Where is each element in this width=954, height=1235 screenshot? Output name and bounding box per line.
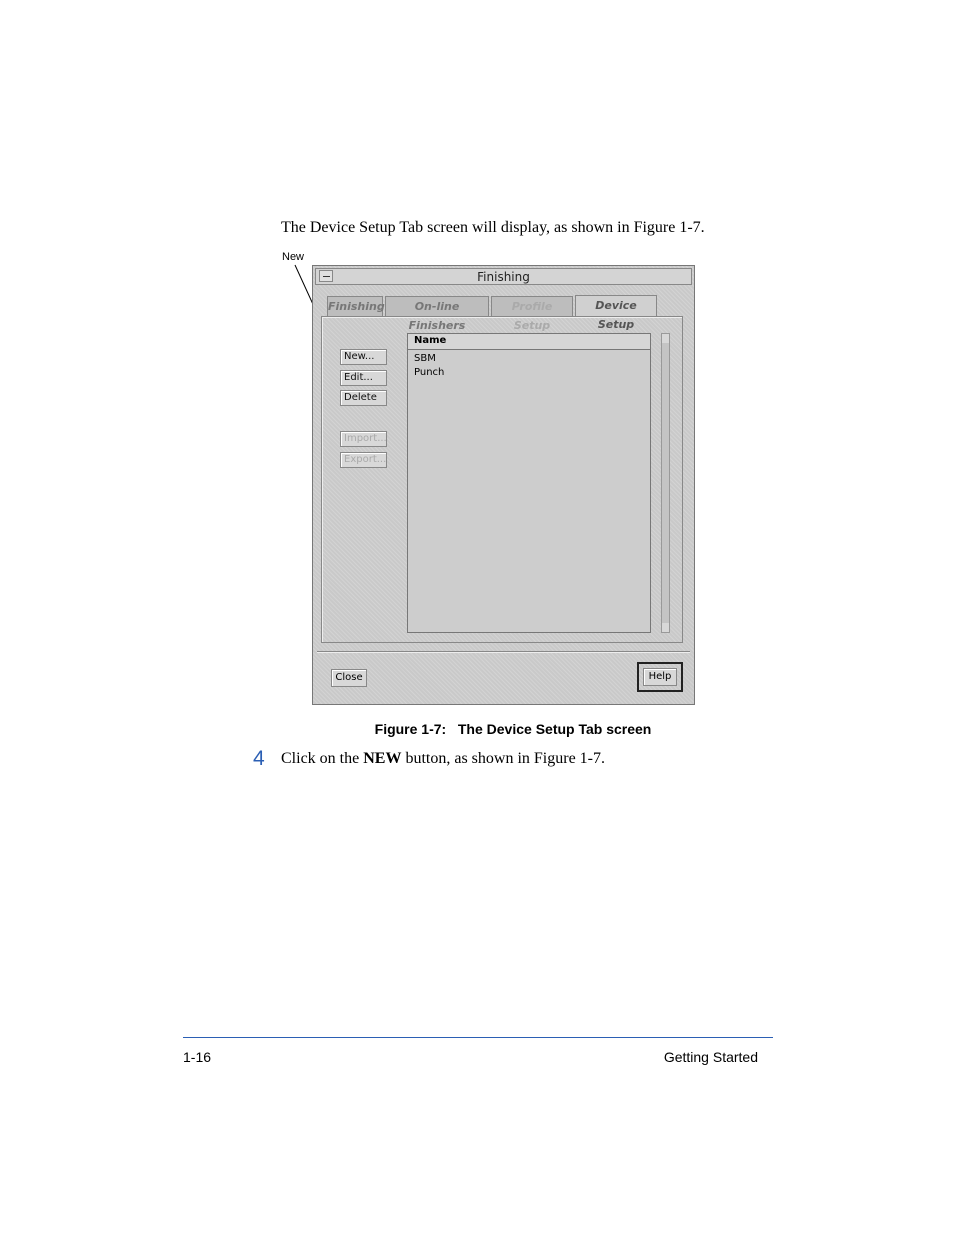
scroll-up-icon[interactable] (662, 334, 669, 343)
list-scrollbar[interactable] (661, 333, 670, 633)
list-item[interactable]: Punch (414, 367, 444, 378)
export-button: Export... (340, 452, 387, 468)
edit-button[interactable]: Edit... (340, 370, 387, 386)
intro-paragraph: The Device Setup Tab screen will display… (281, 219, 705, 236)
step-number: 4 (253, 747, 265, 770)
tab-finishing[interactable]: Finishing (327, 296, 385, 316)
footer-rule (183, 1037, 773, 1038)
delete-button[interactable]: Delete (340, 390, 387, 406)
callout-label-new: New (282, 251, 305, 263)
device-list[interactable]: Name SBM Punch (407, 333, 651, 633)
step-text-before: Click on the (281, 750, 364, 767)
finishing-window: Finishing Finishing On-line Finishers Pr… (312, 265, 695, 705)
new-button[interactable]: New... (340, 349, 387, 365)
figure-caption: Figure 1-7: The Device Setup Tab screen (374, 721, 652, 737)
page-number: 1-16 (183, 1049, 212, 1065)
window-title: Finishing (477, 270, 530, 284)
help-button-default-frame: Help (637, 662, 683, 692)
step-text: Click on the NEW button, as shown in Fig… (281, 750, 605, 768)
tab-online-finishers[interactable]: On-line Finishers (385, 296, 489, 332)
list-item[interactable]: SBM (414, 353, 436, 364)
import-button: Import... (340, 431, 387, 447)
section-title: Getting Started (663, 1049, 758, 1065)
list-header-name[interactable]: Name (408, 334, 650, 350)
tab-profile-setup: Profile Setup (491, 296, 573, 332)
button-separator (317, 651, 690, 653)
scroll-down-icon[interactable] (662, 623, 669, 632)
help-button[interactable]: Help (643, 668, 677, 686)
close-button[interactable]: Close (331, 669, 367, 687)
window-titlebar[interactable]: Finishing (315, 268, 692, 285)
tab-device-setup[interactable]: Device Setup (575, 295, 657, 331)
device-setup-panel: New... Edit... Delete Import... Export..… (321, 316, 683, 643)
step-text-after: button, as shown in Figure 1-7. (401, 750, 605, 767)
step-text-bold: NEW (363, 750, 402, 767)
